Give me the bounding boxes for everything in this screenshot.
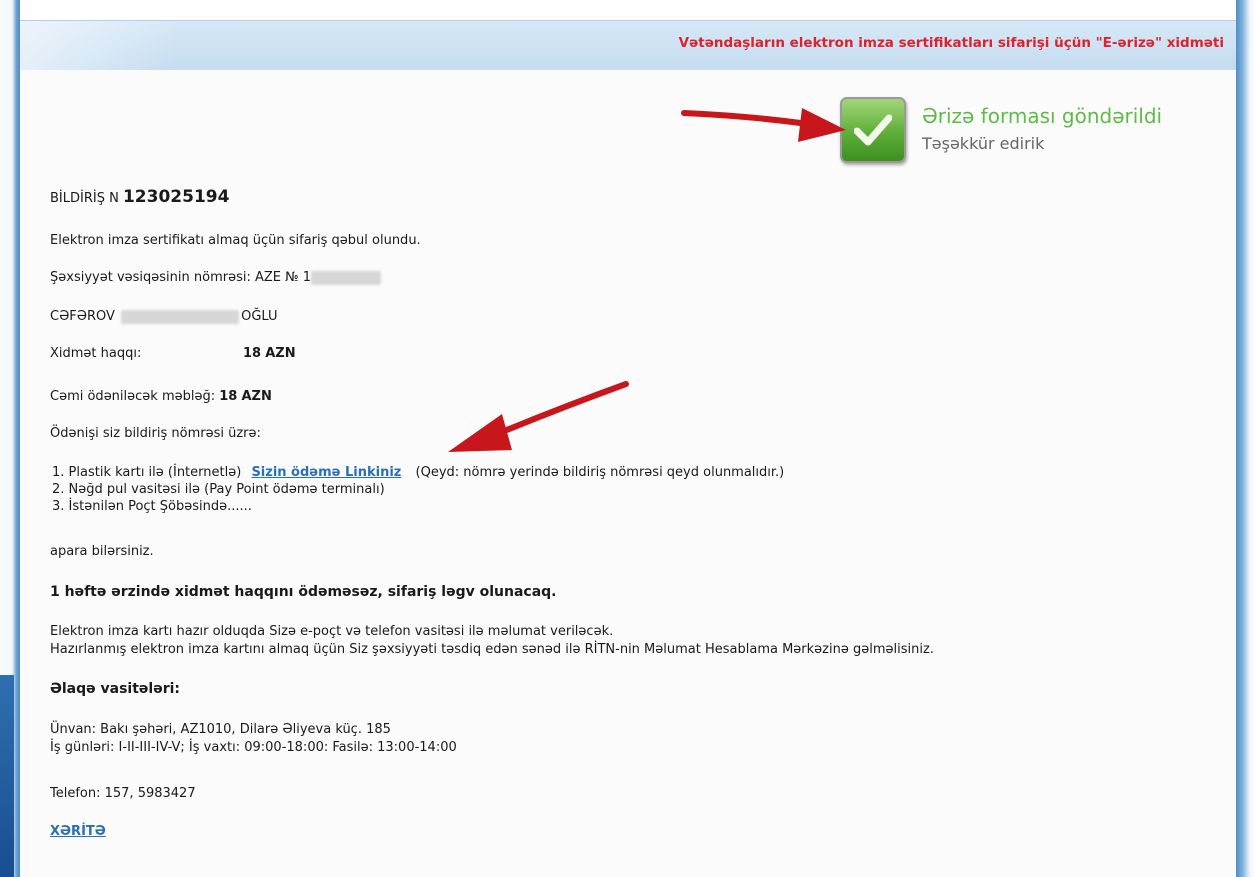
service-title: Vətəndaşların elektron imza sertifikatla… (678, 35, 1224, 51)
right-border (1236, 0, 1256, 877)
person-suffix: OĞLU (241, 309, 278, 324)
success-subtitle: Təşəkkür edirik (922, 134, 1045, 153)
payment-method-text: Plastik kartı ilə (İnternetlə) (68, 465, 242, 480)
success-message: Ərizə forması göndərildi Təşəkkür edirik (840, 97, 1220, 167)
header-shine (20, 21, 180, 70)
left-border-accent (0, 675, 14, 877)
list-item: 2. Nəğd pul vasitəsi ilə (Pay Point ödəm… (52, 481, 784, 498)
notice-label: BİLDİRİŞ N (50, 191, 119, 206)
payment-intro: Ödənişi siz bildiriş nömrəsi üzrə: (50, 426, 261, 441)
left-border (0, 0, 20, 877)
order-accepted-text: Elektron imza sertifikatı almaq üçün sif… (50, 233, 421, 248)
list-item: 3. İstənilən Poçt Şöbəsində...... (52, 498, 784, 515)
redacted-name (121, 309, 240, 324)
id-card-label: Şəxsiyyət vəsiqəsinin nömrəsi: AZE № 1 (50, 270, 312, 285)
page-frame: Vətəndaşların elektron imza sertifikatla… (20, 0, 1236, 877)
notice-number: BİLDİRİŞ N 123025194 (50, 187, 229, 207)
map-link[interactable]: XƏRİTƏ (50, 824, 106, 839)
payment-method-text: Nəğd pul vasitəsi ilə (Pay Point ödəmə t… (68, 482, 385, 497)
fee-label: Xidmət haqqı: (50, 346, 142, 361)
fee-amount: 18 (243, 346, 262, 361)
payment-method-number: 1. (52, 465, 65, 480)
payment-link[interactable]: Sizin ödəmə Linkiniz (251, 465, 401, 480)
person-surname: CƏFƏROV (50, 309, 115, 324)
list-item: 1. Plastik kartı ilə (İnternetlə) Sizin … (52, 464, 784, 481)
fee-currency: AZN (265, 346, 296, 361)
total-line: Cəmi ödəniləcək məbləğ: 18 AZN (50, 389, 272, 404)
id-card-line: Şəxsiyyət vəsiqəsinin nömrəsi: AZE № 1 (50, 270, 382, 285)
payment-method-text: İstənilən Poçt Şöbəsində...... (68, 499, 252, 514)
payment-method-number: 2. (52, 482, 65, 497)
annotation-arrow-icon (448, 381, 629, 452)
payment-note: (Qeyd: nömrə yerində bildiriş nömrəsi qe… (415, 465, 785, 480)
person-name-line: CƏFƏROV OĞLU (50, 309, 278, 324)
top-band (20, 0, 1236, 20)
payment-outro: apara bilərsiniz. (50, 544, 154, 559)
contacts-phone: Telefon: 157, 5983427 (50, 786, 196, 801)
notice-value: 123025194 (122, 187, 230, 207)
info-line: Elektron imza kartı hazır olduqda Sizə e… (50, 624, 614, 639)
contacts-heading: Əlaqə vasitələri: (50, 681, 181, 697)
warning-text: 1 həftə ərzində xidmət haqqını ödəməsəz,… (50, 584, 557, 600)
success-title: Ərizə forması göndərildi (922, 104, 1163, 128)
contacts-address: Ünvan: Bakı şəhəri, AZ1010, Dilarə Əliye… (50, 722, 391, 737)
payment-methods-list: 1. Plastik kartı ilə (İnternetlə) Sizin … (52, 464, 784, 515)
annotation-arrow-icon (681, 108, 846, 142)
fee-line: Xidmət haqqı: 18 AZN (50, 346, 296, 361)
total-amount: 18 (219, 389, 238, 404)
info-line: Hazırlanmış elektron imza kartını almaq … (50, 642, 934, 657)
total-label: Cəmi ödəniləcək məbləğ: (50, 389, 216, 404)
service-header-bar: Vətəndaşların elektron imza sertifikatla… (20, 20, 1236, 70)
contacts-hours: İş günləri: I-II-III-IV-V; İş vaxtı: 09:… (50, 740, 457, 755)
payment-method-number: 3. (52, 499, 65, 514)
redacted-id (311, 270, 382, 285)
total-currency: AZN (241, 389, 272, 404)
